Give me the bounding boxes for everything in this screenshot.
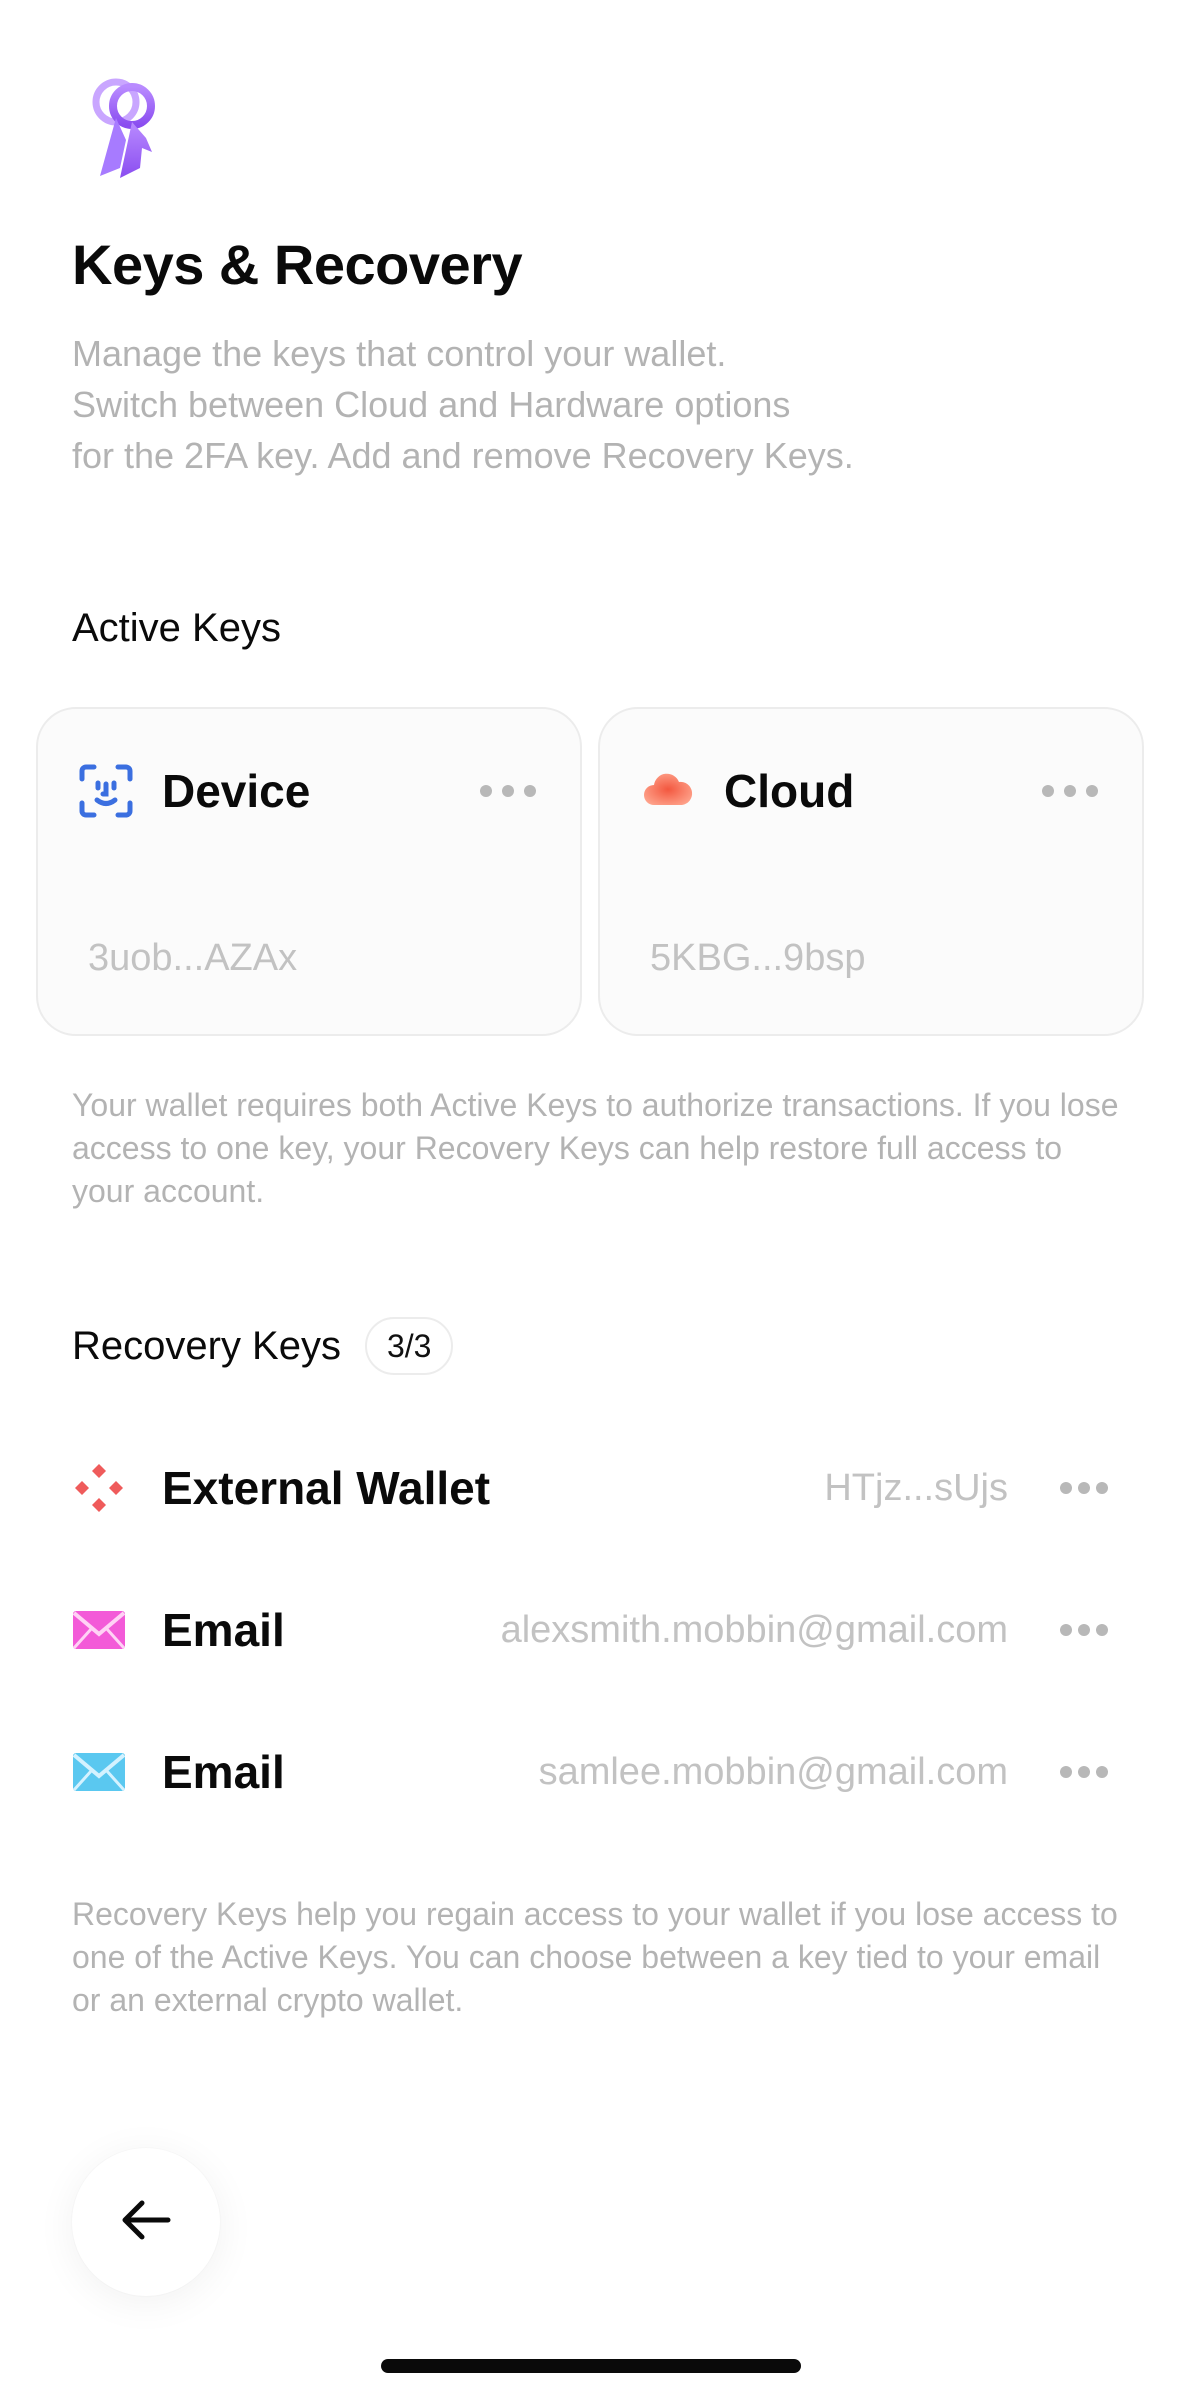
home-indicator [381,2359,801,2373]
recovery-keys-title: Recovery Keys [72,1323,341,1368]
key-address: 5KBG...9bsp [650,937,866,979]
active-key-card-cloud[interactable]: Cloud 5KBG...9bsp [598,707,1144,1036]
external-wallet-icon [72,1461,126,1515]
recovery-key-value: alexsmith.mobbin@gmail.com [500,1608,1008,1651]
more-options-button[interactable] [1056,1610,1112,1650]
card-title: Cloud [724,765,855,817]
email-icon [72,1603,126,1657]
arrow-left-icon [120,2198,172,2247]
card-title: Device [162,765,311,817]
more-options-button[interactable] [1056,1468,1112,1508]
back-button[interactable] [72,2148,220,2296]
recovery-count-badge: 3/3 [364,1317,454,1375]
more-options-button[interactable] [476,771,540,811]
recovery-key-name: Email [162,1604,285,1656]
recovery-key-row[interactable]: Email alexsmith.mobbin@gmail.com [72,1590,1112,1670]
more-options-button[interactable] [1056,1752,1112,1792]
key-address: 3uob...AZAx [88,937,298,979]
recovery-key-name: External Wallet [162,1462,491,1514]
keys-icon [80,76,172,186]
recovery-keys-note: Recovery Keys help you regain access to … [72,1896,1118,2018]
email-icon [72,1745,126,1799]
face-id-icon [78,763,134,819]
recovery-key-row[interactable]: External Wallet HTjz...sUjs [72,1448,1112,1528]
cloud-icon [640,763,696,819]
active-key-card-device[interactable]: Device 3uob...AZAx [36,707,582,1036]
recovery-key-value: samlee.mobbin@gmail.com [538,1750,1008,1793]
more-options-button[interactable] [1038,771,1102,811]
active-keys-note: Your wallet requires both Active Keys to… [72,1087,1119,1209]
recovery-key-row[interactable]: Email samlee.mobbin@gmail.com [72,1732,1112,1812]
page-title: Keys & Recovery [72,233,523,296]
recovery-key-value: HTjz...sUjs [824,1466,1008,1509]
page-subtitle: Manage the keys that control your wallet… [72,333,854,476]
recovery-key-name: Email [162,1746,285,1798]
active-keys-title: Active Keys [72,606,281,650]
keys-recovery-screen: Keys & Recovery Manage the keys that con… [0,0,1179,2396]
recovery-keys-header: Recovery Keys 3/3 [72,1317,454,1375]
